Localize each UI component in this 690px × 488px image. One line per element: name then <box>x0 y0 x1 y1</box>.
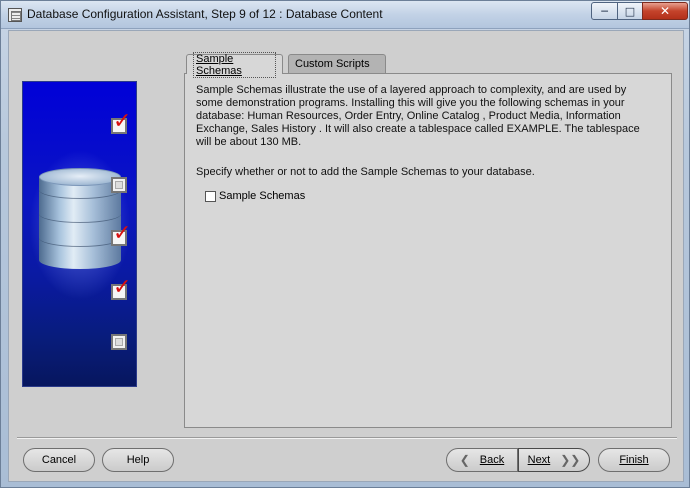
chevron-left-icon: ❮ <box>459 453 470 467</box>
step-checkbox-4: ✓ <box>111 277 131 300</box>
sample-schemas-checkbox-label[interactable]: Sample Schemas <box>219 190 305 202</box>
title-bar: Database Configuration Assistant, Step 9… <box>1 1 689 29</box>
checkmark-icon: ✓ <box>113 109 132 134</box>
app-window: Database Configuration Assistant, Step 9… <box>0 0 690 488</box>
tab-sample-schemas[interactable]: Sample Schemas <box>186 51 283 78</box>
database-cylinder-icon <box>39 168 121 278</box>
checkmark-icon: ✓ <box>113 275 132 300</box>
back-button[interactable]: ❮ Back <box>446 448 518 472</box>
step-checkbox-1: ✓ <box>111 111 131 134</box>
chevron-right-icon: ❯❯ <box>560 453 581 467</box>
sample-schemas-option[interactable]: Sample Schemas <box>205 190 305 202</box>
cancel-button[interactable]: Cancel <box>23 448 95 472</box>
close-button[interactable]: ✕ <box>642 2 688 20</box>
step-checkbox-2 <box>111 177 127 193</box>
next-button[interactable]: Next ❯❯ <box>518 448 590 472</box>
sample-schemas-description: Sample Schemas illustrate the use of a l… <box>196 84 640 148</box>
sample-schemas-prompt: Specify whether or not to add the Sample… <box>196 166 535 178</box>
close-icon: ✕ <box>659 4 671 18</box>
window-title: Database Configuration Assistant, Step 9… <box>27 7 383 21</box>
sample-schemas-panel: Sample Schemas illustrate the use of a l… <box>184 73 672 428</box>
progress-illustration: ✓ ✓ ✓ <box>22 81 137 387</box>
app-icon[interactable] <box>8 8 22 22</box>
minimize-icon: ─ <box>601 4 608 18</box>
dialog-client-area: ✓ ✓ ✓ Sample Schemas Custom Scripts Samp… <box>8 30 684 482</box>
maximize-button[interactable]: □ <box>617 2 643 20</box>
checkmark-icon: ✓ <box>113 221 132 246</box>
finish-button[interactable]: Finish <box>598 448 670 472</box>
step-checkbox-5 <box>111 334 127 350</box>
step-checkbox-3: ✓ <box>111 223 131 246</box>
tab-custom-scripts[interactable]: Custom Scripts <box>288 54 386 73</box>
minimize-button[interactable]: ─ <box>591 2 618 20</box>
footer-divider <box>17 437 677 439</box>
sample-schemas-checkbox[interactable] <box>205 190 216 202</box>
maximize-icon: □ <box>624 4 636 18</box>
help-button[interactable]: Help <box>102 448 174 472</box>
